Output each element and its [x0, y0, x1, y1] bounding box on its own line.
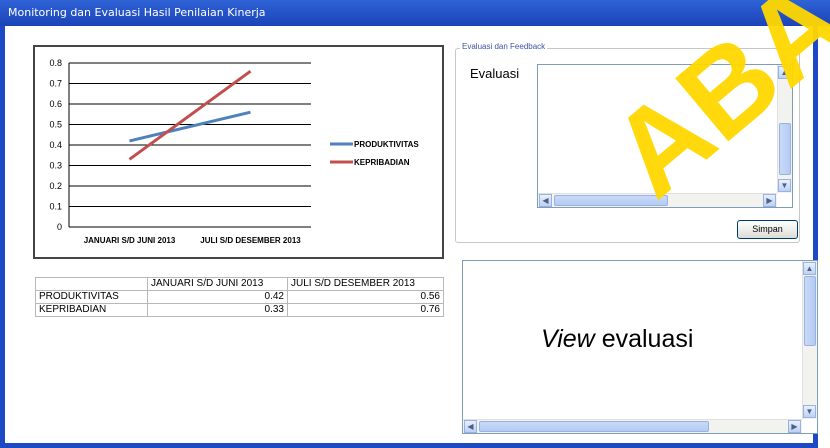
y-tick-label: 0 [57, 222, 62, 232]
data-table: JANUARI S/D JUNI 2013 JULI S/D DESEMBER … [35, 277, 444, 317]
table-row: PRODUKTIVITAS 0.42 0.56 [35, 290, 444, 304]
scroll-right-icon[interactable]: ▶ [788, 420, 801, 433]
y-tick-label: 0.2 [49, 181, 62, 191]
scroll-left-icon[interactable]: ◀ [464, 420, 477, 433]
y-tick-label: 0.3 [49, 161, 62, 171]
table-cell: 0.56 [287, 290, 444, 304]
scroll-thumb[interactable] [554, 195, 668, 206]
table-header-row: JANUARI S/D JUNI 2013 JULI S/D DESEMBER … [35, 277, 444, 291]
line-chart: 0 0.1 0.2 0.3 0.4 0.5 0.6 0.7 0.8 JANUARI S/D JUN… [33, 45, 444, 259]
x-tick-label: JANUARI S/D JUNI 2013 [84, 236, 176, 245]
table-header-cell: JANUARI S/D JUNI 2013 [147, 277, 288, 291]
x-tick-label: JULI S/D DESEMBER 2013 [200, 236, 301, 245]
table-cell: 0.76 [287, 303, 444, 317]
vertical-scrollbar[interactable]: ▲ ▼ [802, 261, 817, 419]
scroll-left-icon[interactable]: ◀ [539, 194, 552, 207]
table-cell: KEPRIBADIAN [35, 303, 148, 317]
horizontal-scrollbar[interactable]: ◀ ▶ [538, 193, 777, 207]
evaluasi-word: evaluasi [594, 325, 694, 353]
table-cell: 0.33 [147, 303, 288, 317]
scroll-right-icon[interactable]: ▶ [763, 194, 776, 207]
y-tick-label: 0.4 [49, 140, 62, 150]
table-header-cell [35, 277, 148, 291]
table-row: KEPRIBADIAN 0.33 0.76 [35, 303, 444, 317]
y-tick-label: 0.6 [49, 99, 62, 109]
scroll-thumb[interactable] [479, 421, 709, 432]
chart-canvas: 0 0.1 0.2 0.3 0.4 0.5 0.6 0.7 0.8 JANUARI S/D JUN… [49, 58, 419, 245]
scroll-up-icon[interactable]: ▲ [778, 66, 791, 79]
feedback-group-title: Evaluasi dan Feedback [460, 42, 548, 51]
y-tick-label: 0.7 [49, 79, 62, 89]
scroll-down-icon[interactable]: ▼ [778, 179, 791, 192]
scroll-thumb[interactable] [804, 276, 816, 346]
view-word: View [541, 325, 595, 353]
vertical-scrollbar[interactable]: ▲ ▼ [777, 65, 792, 193]
scroll-thumb[interactable] [779, 123, 791, 175]
table-cell: PRODUKTIVITAS [35, 290, 148, 304]
y-tick-label: 0.8 [49, 58, 62, 68]
y-tick-label: 0.1 [49, 202, 62, 212]
table-cell: 0.42 [147, 290, 288, 304]
horizontal-scrollbar[interactable]: ◀ ▶ [463, 419, 802, 433]
simpan-button[interactable]: Simpan [737, 220, 798, 239]
scroll-up-icon[interactable]: ▲ [803, 262, 816, 275]
view-evaluasi-panel[interactable]: View evaluasi ▲ ▼ ◀ ▶ [462, 260, 818, 434]
evaluasi-label: Evaluasi [470, 66, 520, 81]
scroll-down-icon[interactable]: ▼ [803, 405, 816, 418]
table-header-cell: JULI S/D DESEMBER 2013 [287, 277, 444, 291]
evaluasi-textarea[interactable]: ▲ ▼ ◀ ▶ [537, 64, 793, 208]
y-tick-label: 0.5 [49, 120, 62, 130]
window-title: Monitoring dan Evaluasi Hasil Penilaian … [0, 0, 830, 26]
view-evaluasi-text: View evaluasi [541, 325, 693, 354]
legend-label: PRODUKTIVITAS [354, 140, 419, 149]
legend-label: KEPRIBADIAN [354, 158, 410, 167]
